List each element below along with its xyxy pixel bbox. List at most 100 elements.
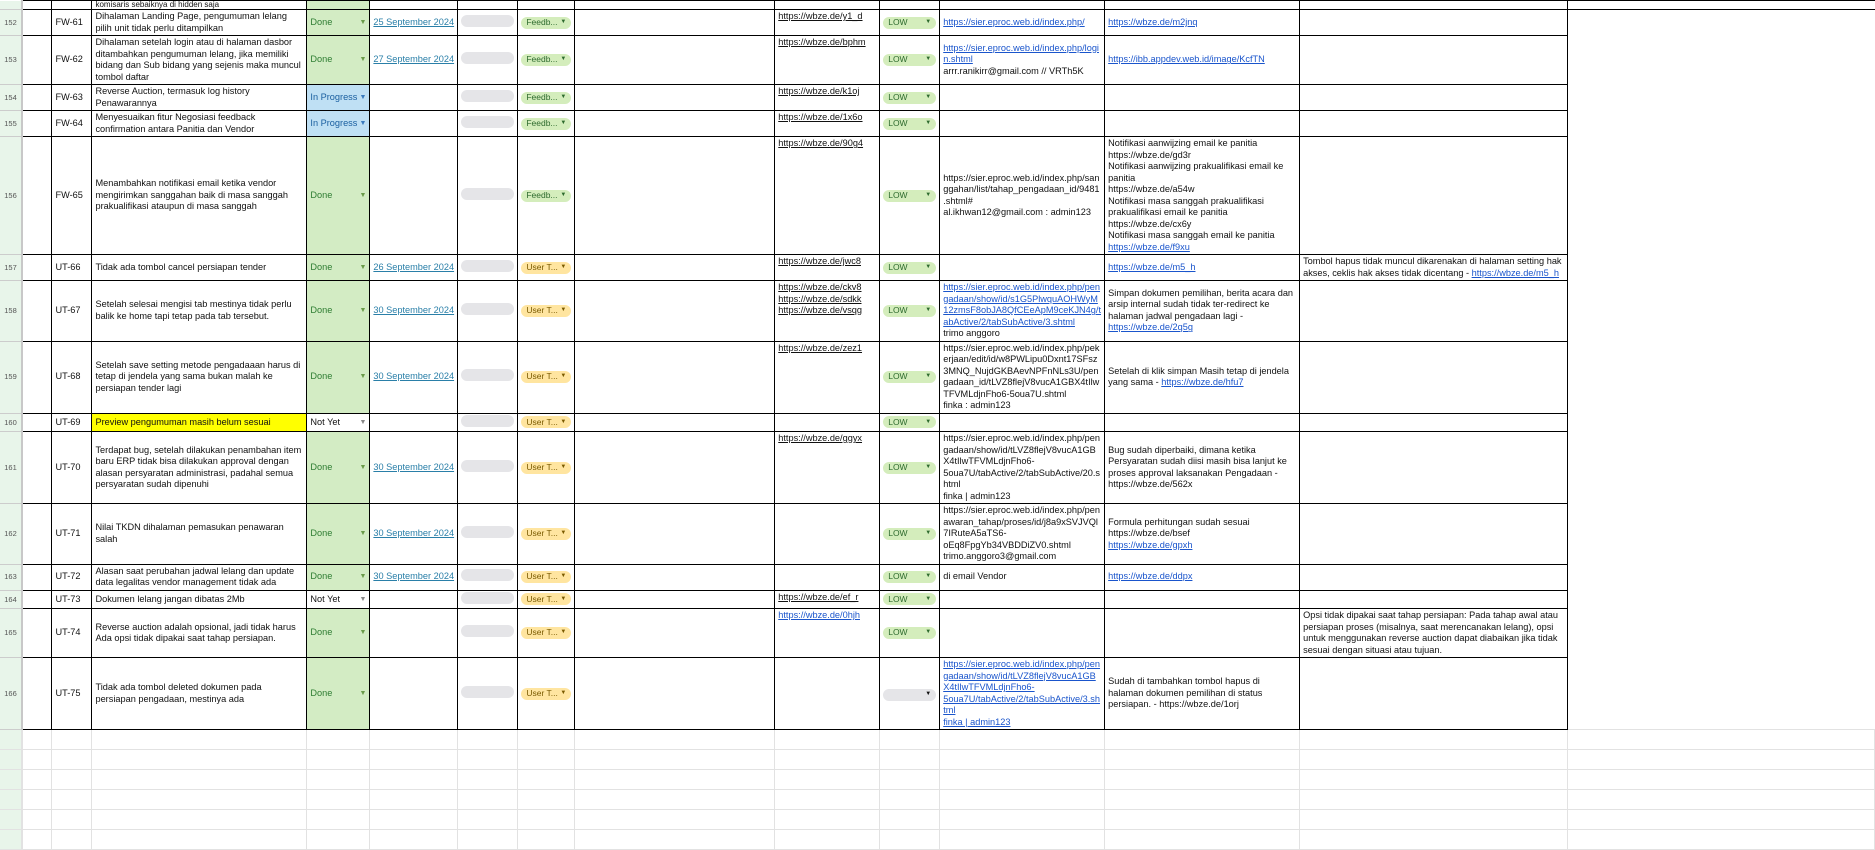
blank-cell[interactable] [1299, 729, 1569, 750]
empty-dropdown-pill[interactable] [461, 591, 515, 604]
blank-cell[interactable] [879, 729, 941, 750]
priority-dropdown[interactable]: LOW ▼ [883, 91, 937, 104]
status-dropdown[interactable]: Done ▼ [306, 503, 371, 565]
blank-cell[interactable] [574, 136, 776, 255]
blank-cell[interactable] [457, 829, 519, 850]
evidence-links[interactable]: https://wbze.de/y1_d [774, 9, 881, 36]
blank-cell[interactable] [1567, 657, 1875, 730]
blank-cell[interactable] [574, 84, 776, 111]
blank-cell[interactable] [1567, 590, 1875, 609]
priority-dropdown[interactable]: LOW ▼ [883, 527, 937, 540]
blank-cell[interactable] [21, 84, 53, 111]
blank-cell[interactable] [1567, 829, 1875, 850]
test-url-cell[interactable]: https://sier.eproc.web.id/index.php/logi… [939, 35, 1106, 85]
empty-dropdown-cell[interactable] [457, 340, 519, 414]
test-url-cell[interactable] [939, 608, 1106, 658]
status-dropdown[interactable]: Done ▼ [306, 280, 371, 342]
empty-dropdown-cell[interactable] [457, 563, 519, 591]
blank-cell[interactable] [574, 589, 776, 609]
empty-dropdown-pill[interactable] [461, 369, 515, 382]
test-url-link[interactable]: https://sier.eproc.web.id/index.php/ [943, 17, 1101, 29]
test-url-cell[interactable] [939, 589, 1106, 609]
notes-link[interactable]: https://wbze.de/ddpx [1108, 571, 1296, 583]
status-dropdown[interactable]: Not Yet ▼ [306, 412, 371, 432]
blank-cell[interactable] [574, 729, 776, 750]
blank-cell[interactable] [1567, 729, 1875, 750]
date-link[interactable]: 27 September 2024 [373, 54, 454, 64]
blank-cell[interactable] [1299, 829, 1569, 850]
empty-dropdown-pill[interactable] [461, 259, 515, 272]
blank-cell[interactable] [1299, 749, 1569, 770]
blank-cell[interactable] [1567, 136, 1875, 255]
issue-id[interactable]: UT-75 [51, 657, 93, 730]
blank-cell[interactable] [21, 503, 53, 565]
priority-dropdown[interactable]: LOW ▼ [883, 416, 937, 429]
issue-id[interactable]: UT-72 [51, 563, 93, 591]
blank-cell[interactable] [1567, 431, 1875, 504]
blank-cell[interactable] [21, 563, 53, 591]
test-url-link[interactable]: finka | admin123 [943, 717, 1101, 729]
blank-cell[interactable] [51, 789, 93, 810]
blank-cell[interactable] [574, 563, 776, 591]
type-chip[interactable]: User T... ▼ [521, 527, 572, 540]
type-chip[interactable]: Feedb... ▼ [521, 54, 572, 66]
notes-link[interactable]: https://wbze.de/hfu7 [1161, 377, 1243, 387]
issue-description[interactable]: Setelah save setting metode pengadaaan h… [91, 340, 308, 414]
blank-cell[interactable] [939, 809, 1106, 830]
blank-cell[interactable] [306, 789, 371, 810]
evidence-link[interactable]: https://wbze.de/ckv8 [778, 282, 876, 294]
priority-dropdown[interactable]: LOW ▼ [883, 304, 937, 317]
blank-cell[interactable] [1104, 729, 1301, 750]
blank-cell[interactable] [1567, 413, 1875, 432]
blank-cell[interactable] [1567, 9, 1875, 36]
blank-cell[interactable] [574, 769, 776, 790]
status-dropdown[interactable]: Done ▼ [306, 431, 371, 504]
date-cell[interactable]: 27 September 2024 [369, 35, 459, 85]
evidence-links[interactable]: https://wbze.de/90g4 [774, 136, 881, 255]
priority-dropdown[interactable]: LOW ▼ [883, 371, 937, 383]
type-chip-cell[interactable]: User T... ▼ [517, 412, 576, 432]
blank-cell[interactable] [21, 657, 53, 730]
empty-dropdown-pill[interactable] [461, 526, 515, 538]
notes-link[interactable]: https://ibb.appdev.web.id/image/KcfTN [1108, 54, 1296, 66]
evidence-links[interactable]: https://wbze.de/bphm [774, 35, 881, 85]
priority-cell[interactable]: LOW ▼ [879, 503, 941, 565]
issue-description[interactable]: Alasan saat perubahan jadwal lelang dan … [91, 563, 308, 591]
issue-id[interactable]: UT-69 [51, 412, 93, 432]
status-dropdown[interactable]: In Progress ▼ [306, 110, 371, 137]
blank-cell[interactable] [1567, 769, 1875, 790]
blank-cell[interactable] [517, 829, 576, 850]
empty-dropdown-pill[interactable] [461, 89, 515, 102]
extra-notes-cell[interactable] [1299, 503, 1569, 565]
date-link[interactable]: 30 September 2024 [373, 571, 454, 581]
date-cell[interactable] [369, 589, 459, 609]
empty-dropdown-pill[interactable] [461, 115, 515, 128]
type-chip[interactable]: User T... ▼ [521, 627, 572, 639]
blank-cell[interactable] [574, 9, 776, 36]
blank-cell[interactable] [91, 769, 308, 790]
empty-dropdown-pill[interactable] [461, 625, 515, 638]
type-chip-cell[interactable]: User T... ▼ [517, 503, 576, 565]
blank-cell[interactable] [774, 769, 881, 790]
type-chip-cell[interactable]: User T... ▼ [517, 563, 576, 591]
extra-notes-cell[interactable] [1299, 136, 1569, 255]
priority-dropdown[interactable]: LOW ▼ [883, 461, 937, 474]
empty-dropdown-cell[interactable] [457, 254, 519, 281]
issue-description[interactable]: Nilai TKDN dihalaman pemasukan penawaran… [91, 503, 308, 565]
priority-cell[interactable]: LOW ▼ [879, 254, 941, 281]
date-link[interactable]: 30 September 2024 [373, 462, 454, 472]
row-number[interactable] [0, 769, 23, 790]
issue-id[interactable]: UT-68 [51, 340, 93, 414]
blank-cell[interactable] [1567, 749, 1875, 770]
blank-cell[interactable] [1104, 749, 1301, 770]
row-number[interactable]: 158 [0, 280, 23, 342]
blank-cell[interactable] [774, 809, 881, 830]
evidence-link[interactable]: https://wbze.de/ef_r [778, 592, 876, 604]
date-cell[interactable] [369, 657, 459, 730]
blank-cell[interactable] [1567, 503, 1875, 564]
blank-cell[interactable] [1299, 809, 1569, 830]
date-cell[interactable]: 30 September 2024 [369, 563, 459, 591]
issue-id[interactable]: FW-63 [51, 84, 93, 111]
blank-cell[interactable] [457, 809, 519, 830]
blank-cell[interactable] [91, 749, 308, 770]
